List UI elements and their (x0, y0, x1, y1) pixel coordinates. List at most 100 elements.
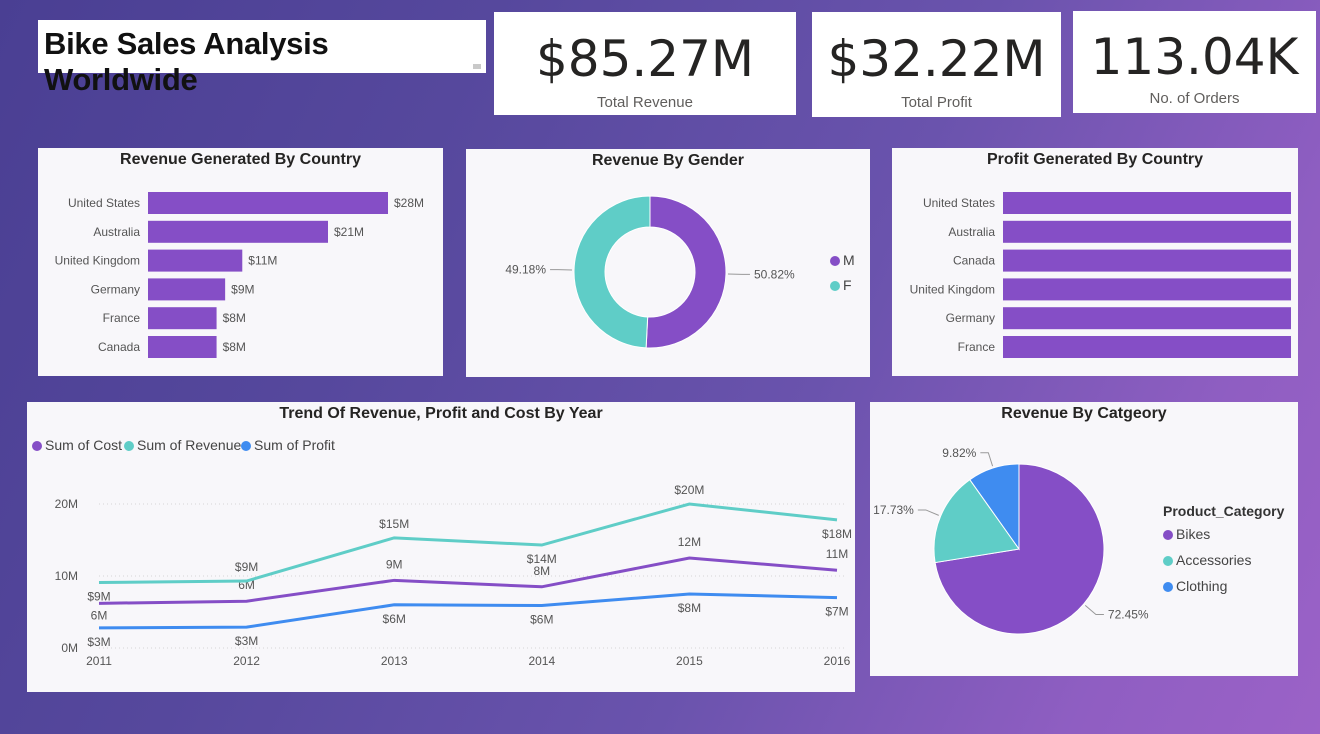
legend-dot-icon (1163, 556, 1173, 566)
legend-label: Sum of Revenue (137, 437, 242, 453)
revenue-by-country-card: Revenue Generated By Country United Stat… (38, 148, 443, 376)
resize-grip-icon[interactable] (473, 64, 481, 69)
legend-dot-icon (32, 441, 42, 451)
legend-item-profit[interactable]: Sum of Profit (241, 437, 335, 453)
revenue-by-category-chart: 72.45% 17.73% 9.82% (873, 446, 1149, 635)
axis-tick-label: Australia (93, 225, 140, 239)
kpi-label: No. of Orders (1149, 90, 1240, 107)
data-label: 9M (386, 557, 403, 571)
bar (1003, 278, 1291, 301)
chart-title: Revenue By Catgeory (1001, 405, 1167, 422)
revenue-by-country-chart: United States $28M Australia $21M United Kin… (55, 192, 424, 358)
axis-tick-label: Germany (91, 282, 140, 296)
axis-tick-label: 0M (61, 641, 78, 655)
legend-label: Clothing (1176, 578, 1228, 594)
chart-title: Trend Of Revenue, Profit and Cost By Yea… (279, 405, 603, 422)
legend-item-revenue[interactable]: Sum of Revenue (124, 437, 241, 453)
data-label: 6M (91, 608, 108, 622)
legend-item-bikes[interactable]: Bikes (1163, 526, 1210, 542)
data-label: $9M (235, 560, 258, 574)
legend-item-f[interactable]: F (830, 277, 852, 293)
legend-item-cost[interactable]: Sum of Cost (32, 437, 122, 453)
legend-label: Accessories (1176, 552, 1252, 568)
series-line (98, 502, 838, 584)
bar (1003, 307, 1291, 330)
legend-item-accessories[interactable]: Accessories (1163, 552, 1251, 568)
leader-line (917, 509, 939, 516)
bar (1003, 336, 1291, 358)
axis-tick-label: United States (923, 196, 995, 210)
profit-by-country-chart: United States Australia Canada United Kingd… (910, 192, 1291, 358)
data-label: $20M (674, 483, 704, 497)
legend-item-clothing[interactable]: Clothing (1163, 578, 1227, 594)
chart-title: Profit Generated By Country (986, 151, 1204, 168)
axis-tick-label: Canada (953, 254, 995, 268)
data-label: $21M (334, 225, 364, 239)
bar (1003, 249, 1291, 272)
legend-label: M (843, 252, 855, 268)
pie-slice (645, 195, 727, 349)
data-label: $11M (248, 254, 277, 268)
axis-tick-label: 2012 (233, 654, 260, 668)
data-label: $9M (231, 282, 254, 296)
kpi-value: $32.22M (827, 30, 1046, 88)
axis-tick-label: Australia (948, 225, 995, 239)
data-label: $3M (87, 635, 110, 649)
data-label: $6M (530, 613, 553, 627)
axis-tick-label: 2015 (676, 654, 703, 668)
page-title: Bike Sales Analysis Worldwide (44, 26, 329, 97)
legend-dot-icon (1163, 530, 1173, 540)
axis-tick-label: United Kingdom (910, 282, 995, 296)
legend-dot-icon (241, 441, 251, 451)
revenue-by-gender-card: Revenue By Gender 50.82% 49.18% M F (466, 149, 870, 377)
legend-label: F (843, 277, 852, 293)
bar (148, 336, 217, 358)
leader-line (1084, 605, 1104, 615)
axis-tick-label: 2011 (86, 654, 112, 668)
data-label: 11M (826, 547, 848, 561)
axis-tick-label: United States (68, 196, 140, 210)
axis-tick-label: 2014 (528, 654, 555, 668)
kpi-total-revenue: $85.27M Total Revenue (494, 12, 796, 115)
axis-tick-label: 20M (55, 497, 78, 511)
kpi-label: Total Revenue (597, 94, 693, 111)
axis-tick-label: 10M (55, 569, 78, 583)
data-label: 72.45% (1108, 607, 1149, 621)
kpi-total-profit: $32.22M Total Profit (812, 12, 1061, 117)
chart-title: Revenue Generated By Country (120, 151, 361, 168)
legend-dot-icon (124, 441, 134, 451)
legend-item-m[interactable]: M (830, 252, 855, 268)
axis-tick-label: France (958, 340, 996, 354)
profit-by-country-card: Profit Generated By Country United State… (892, 148, 1298, 376)
revenue-by-gender-chart: 50.82% 49.18% (505, 195, 795, 349)
legend-dot-icon (1163, 582, 1173, 592)
bar (1003, 220, 1291, 243)
data-label: 17.73% (873, 503, 914, 517)
legend-label: Sum of Profit (254, 437, 335, 453)
trend-by-year-card: Trend Of Revenue, Profit and Cost By Yea… (27, 402, 855, 692)
data-label: $3M (235, 634, 258, 648)
legend-label: Bikes (1176, 526, 1211, 542)
data-label: $9M (87, 589, 110, 603)
pie-slice (573, 195, 651, 349)
dashboard-title-card: Bike Sales Analysis Worldwide (38, 20, 486, 97)
kpi-orders: 113.04K No. of Orders (1073, 11, 1316, 113)
data-label: 50.82% (754, 267, 795, 281)
revenue-by-category-card: Revenue By Catgeory 72.45% 17.73% 9.82% Pr… (870, 402, 1298, 676)
data-label: 9.82% (942, 446, 976, 460)
axis-tick-label: France (103, 311, 141, 325)
axis-tick-label: Germany (946, 311, 995, 325)
data-label: $6M (383, 612, 406, 626)
data-label: $7M (825, 605, 848, 619)
leader-line (980, 452, 994, 467)
data-label: 12M (678, 535, 701, 549)
legend-dot-icon (830, 281, 840, 291)
data-label: $8M (223, 311, 246, 325)
bar (148, 278, 226, 301)
legend-title: Product_Category (1163, 503, 1285, 519)
chart-title: Revenue By Gender (591, 152, 745, 169)
data-label: $8M (678, 601, 701, 615)
axis-tick-label: 2016 (824, 654, 851, 668)
data-label: $8M (223, 340, 246, 354)
kpi-label: Total Profit (901, 94, 972, 111)
